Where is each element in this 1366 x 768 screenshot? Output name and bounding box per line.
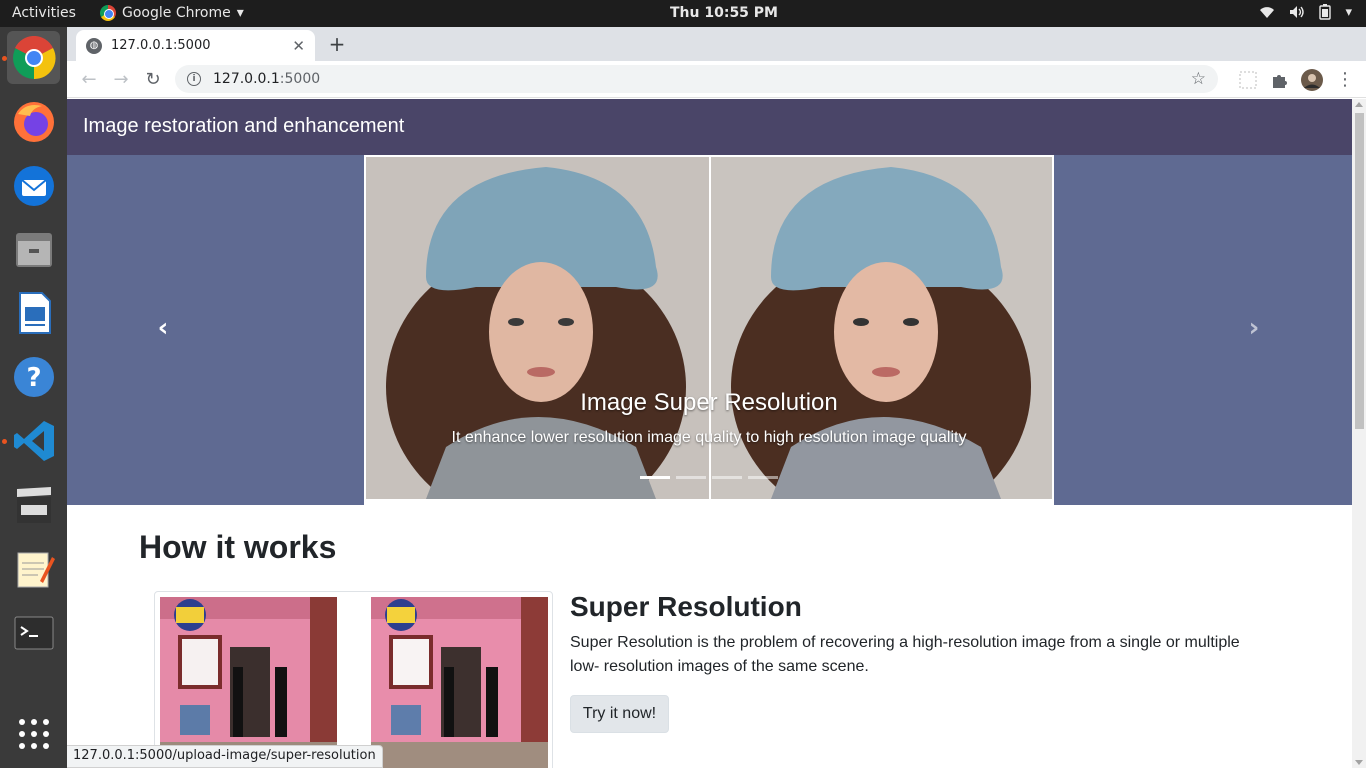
forward-icon[interactable]: → [109, 68, 133, 92]
chrome-launcher[interactable] [7, 31, 60, 84]
app-name: Google Chrome [122, 5, 231, 21]
vscode-launcher[interactable] [7, 414, 60, 467]
chevron-down-icon: ▾ [236, 5, 244, 21]
scroll-up-arrow-icon[interactable] [1355, 102, 1363, 107]
tab-strip: ◍ 127.0.0.1:5000 ✕ + [67, 27, 1366, 61]
new-tab-button[interactable]: + [326, 33, 348, 55]
running-indicator [2, 439, 7, 444]
puzzle-icon[interactable] [1270, 70, 1290, 90]
text-editor-icon [17, 552, 55, 587]
tab-title: 127.0.0.1:5000 [111, 38, 211, 53]
app-grid-icon [18, 718, 49, 749]
files-icon [15, 232, 52, 267]
firefox-launcher[interactable] [7, 95, 60, 148]
section-title: How it works [139, 529, 337, 565]
page-viewport: Image restoration and enhancement ‹ Imag… [67, 99, 1366, 768]
volume-icon [1290, 6, 1305, 18]
carousel-slide: Image Super Resolution It enhance lower … [364, 155, 1054, 505]
low-resolution-photo [366, 157, 709, 499]
feature-image-card [154, 591, 553, 768]
carousel-indicator[interactable] [640, 476, 670, 479]
video-editor-icon [16, 486, 51, 523]
feature-title: Super Resolution [570, 591, 802, 622]
system-top-bar: Activities Google Chrome ▾ Thu 10:55 PM … [0, 0, 1366, 27]
chevron-left-icon[interactable]: ‹ [153, 315, 173, 341]
writer-launcher[interactable] [7, 286, 60, 339]
feature-description: Super Resolution is the problem of recov… [570, 634, 1240, 675]
navbar-brand[interactable]: Image restoration and enhancement [83, 115, 404, 137]
browser-tab[interactable]: ◍ 127.0.0.1:5000 ✕ [76, 30, 315, 61]
carousel-indicators [640, 476, 778, 479]
back-icon[interactable]: ← [77, 68, 101, 92]
reload-icon[interactable]: ↻ [141, 68, 165, 92]
carousel-caption-text: It enhance lower resolution image qualit… [451, 429, 967, 446]
bookmark-star-icon[interactable]: ☆ [1191, 69, 1206, 89]
carousel-indicator[interactable] [712, 476, 742, 479]
vscode-icon [13, 420, 54, 461]
help-icon: ? [13, 356, 54, 397]
address-bar[interactable]: i 127.0.0.1:5000 ☆ [175, 65, 1218, 93]
scroll-down-arrow-icon[interactable] [1355, 760, 1363, 765]
thunderbird-launcher[interactable] [7, 159, 60, 212]
writer-icon [18, 291, 51, 334]
url-port: :5000 [279, 71, 321, 87]
page-scrollbar[interactable] [1352, 99, 1366, 768]
url-host: 127.0.0.1 [213, 71, 280, 87]
globe-icon: ◍ [86, 37, 102, 54]
battery-icon [1319, 4, 1332, 20]
scrollbar-thumb[interactable] [1355, 113, 1364, 429]
thunderbird-icon [13, 165, 54, 206]
site-navbar: Image restoration and enhancement [67, 99, 1352, 155]
close-icon[interactable]: ✕ [292, 37, 305, 55]
chrome-icon [100, 5, 116, 21]
sample-high-res-image [371, 597, 548, 768]
more-menu-icon[interactable]: ⋮ [1333, 68, 1357, 92]
high-resolution-photo [711, 157, 1052, 499]
files-launcher[interactable] [7, 222, 60, 275]
clock[interactable]: Thu 10:55 PM [670, 5, 778, 21]
app-menu[interactable]: Google Chrome ▾ [100, 5, 244, 21]
chrome-icon [12, 35, 56, 79]
svg-text:?: ? [26, 363, 41, 393]
terminal-launcher[interactable] [7, 606, 60, 659]
carousel-caption-title: Image Super Resolution [580, 389, 838, 416]
try-it-now-button[interactable]: Try it now! [570, 695, 669, 733]
show-applications-button[interactable] [7, 707, 60, 760]
dock: ? [0, 27, 67, 768]
firefox-icon [13, 101, 54, 142]
terminal-icon [14, 616, 53, 649]
browser-window: ◍ 127.0.0.1:5000 ✕ + ← → ↻ i 127.0.0.1:5… [67, 27, 1366, 768]
info-icon[interactable]: i [187, 72, 201, 86]
video-editor-launcher[interactable] [7, 478, 60, 531]
sample-low-res-image [160, 597, 337, 768]
running-indicator [2, 56, 7, 61]
chevron-right-icon[interactable]: › [1244, 315, 1264, 341]
help-launcher[interactable]: ? [7, 350, 60, 403]
system-tray[interactable]: ▾ [1259, 4, 1352, 20]
carousel-indicator[interactable] [676, 476, 706, 479]
carousel-indicator[interactable] [748, 476, 778, 479]
chevron-down-icon: ▾ [1345, 4, 1352, 20]
link-status-bar: 127.0.0.1:5000/upload-image/super-resolu… [67, 745, 383, 768]
wifi-icon [1260, 7, 1275, 18]
avatar[interactable] [1301, 69, 1323, 91]
hero-carousel: ‹ Image Super Resolution It enhance lowe… [67, 155, 1352, 505]
activities-button[interactable]: Activities [12, 5, 76, 21]
extension-icon[interactable] [1238, 70, 1258, 90]
text-editor-launcher[interactable] [7, 542, 60, 595]
browser-toolbar: ← → ↻ i 127.0.0.1:5000 ☆ ⋮ [67, 61, 1366, 98]
